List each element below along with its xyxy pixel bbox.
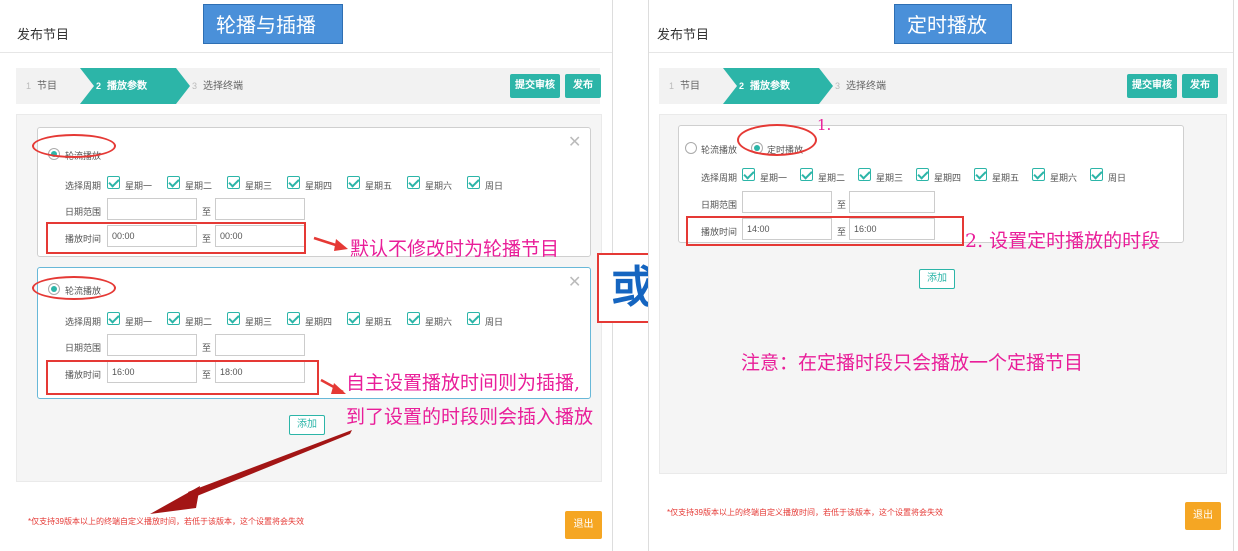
annotation-oval bbox=[737, 124, 817, 156]
annotation-custom-note-2: 到了设置的时段则会插入播放 bbox=[346, 406, 594, 428]
annotation-rect bbox=[686, 216, 964, 246]
checkbox-sun[interactable] bbox=[467, 176, 480, 189]
checkbox-fri[interactable] bbox=[347, 176, 360, 189]
radio-rotate[interactable] bbox=[685, 142, 697, 154]
annotation-step2: 2. 设置定时播放的时段 bbox=[965, 230, 1161, 252]
checkbox-mon[interactable] bbox=[107, 312, 120, 325]
add-button[interactable]: 添加 bbox=[289, 415, 325, 435]
version-warning: *仅支持39版本以上的终端自定义播放时间，若低于该版本，这个设置将会失效 bbox=[667, 508, 944, 517]
step-select-terminal[interactable]: 3 选择终端 bbox=[835, 68, 886, 104]
close-icon[interactable]: ✕ bbox=[568, 272, 581, 292]
publish-button[interactable]: 发布 bbox=[1182, 74, 1218, 98]
checkbox-mon[interactable] bbox=[742, 168, 755, 181]
checkbox-fri[interactable] bbox=[347, 312, 360, 325]
close-icon[interactable]: ✕ bbox=[568, 132, 581, 152]
to-label: 至 bbox=[202, 207, 212, 217]
step-select-terminal[interactable]: 3 选择终端 bbox=[192, 68, 243, 104]
annotation-rect bbox=[46, 360, 319, 395]
period-label: 选择周期 bbox=[65, 181, 102, 191]
weekday-label: 星期六 bbox=[425, 317, 453, 327]
exit-button[interactable]: 退出 bbox=[565, 511, 602, 539]
annotation-rect bbox=[46, 222, 306, 254]
weekday-label: 星期一 bbox=[125, 181, 153, 191]
weekday-label: 周日 bbox=[1108, 173, 1127, 183]
checkbox-sun[interactable] bbox=[467, 312, 480, 325]
publish-button[interactable]: 发布 bbox=[565, 74, 601, 98]
date-start-input[interactable] bbox=[742, 191, 832, 213]
weekday-label: 星期一 bbox=[125, 317, 153, 327]
date-end-input[interactable] bbox=[849, 191, 935, 213]
checkbox-mon[interactable] bbox=[107, 176, 120, 189]
annotation-default-note: 默认不修改时为轮播节目 bbox=[350, 238, 560, 260]
step-play-params[interactable]: 2 播放参数 bbox=[723, 68, 833, 104]
checkbox-wed[interactable] bbox=[227, 176, 240, 189]
checkbox-sat[interactable] bbox=[407, 176, 420, 189]
radio-rotate-label: 轮流播放 bbox=[701, 145, 738, 155]
period-label: 选择周期 bbox=[701, 173, 738, 183]
weekday-label: 星期三 bbox=[245, 181, 273, 191]
weekday-label: 星期三 bbox=[876, 173, 904, 183]
add-button[interactable]: 添加 bbox=[919, 269, 955, 289]
annotation-notice: 注意：在定播时段只会播放一个定播节目 bbox=[741, 352, 1084, 374]
weekday-label: 星期三 bbox=[245, 317, 273, 327]
submit-review-button[interactable]: 提交审核 bbox=[510, 74, 560, 98]
annotation-custom-note-1: 自主设置播放时间则为插播, bbox=[346, 372, 581, 394]
dialog-title: 发布节目 bbox=[657, 27, 710, 42]
right-dialog: 发布节目 定时播放 1 节目 2 播放参数 3 选择终端 提交审核 发布 轮流播放 定… bbox=[648, 0, 1234, 551]
weekday-label: 星期五 bbox=[365, 181, 393, 191]
weekday-label: 星期二 bbox=[818, 173, 846, 183]
params-area: 轮流播放 定时播放 选择周期 星期一 星期二 星期三 星期四 星期五 星期六 周… bbox=[659, 114, 1227, 474]
annotation-oval bbox=[32, 134, 116, 158]
submit-review-button[interactable]: 提交审核 bbox=[1127, 74, 1177, 98]
checkbox-tue[interactable] bbox=[800, 168, 813, 181]
weekday-label: 星期六 bbox=[1050, 173, 1078, 183]
date-range-label: 日期范围 bbox=[701, 200, 738, 210]
checkbox-sun[interactable] bbox=[1090, 168, 1103, 181]
checkbox-wed[interactable] bbox=[227, 312, 240, 325]
weekday-label: 星期四 bbox=[305, 181, 333, 191]
weekday-label: 周日 bbox=[485, 317, 504, 327]
step-program[interactable]: 1 节目 bbox=[669, 68, 700, 104]
checkbox-wed[interactable] bbox=[858, 168, 871, 181]
weekday-label: 星期六 bbox=[425, 181, 453, 191]
annotation-oval bbox=[32, 276, 116, 300]
checkbox-fri[interactable] bbox=[974, 168, 987, 181]
weekday-label: 星期四 bbox=[934, 173, 962, 183]
step-play-params[interactable]: 2 播放参数 bbox=[80, 68, 190, 104]
left-dialog: 发布节目 轮播与插播 1 节目 2 播放参数 3 选择终端 提交审核 发布 ✕ 轮流播… bbox=[0, 0, 613, 551]
weekday-label: 星期二 bbox=[185, 181, 213, 191]
weekday-label: 星期一 bbox=[760, 173, 788, 183]
checkbox-sat[interactable] bbox=[1032, 168, 1045, 181]
weekday-label: 星期二 bbox=[185, 317, 213, 327]
weekday-label: 星期五 bbox=[365, 317, 393, 327]
checkbox-thu[interactable] bbox=[287, 176, 300, 189]
checkbox-tue[interactable] bbox=[167, 176, 180, 189]
weekday-label: 星期四 bbox=[305, 317, 333, 327]
annotation-step1: 1. bbox=[817, 116, 832, 134]
checkbox-thu[interactable] bbox=[287, 312, 300, 325]
title-divider bbox=[0, 52, 612, 53]
date-start-input[interactable] bbox=[107, 334, 197, 356]
date-start-input[interactable] bbox=[107, 198, 197, 220]
period-label: 选择周期 bbox=[65, 317, 102, 327]
weekday-label: 星期五 bbox=[992, 173, 1020, 183]
to-label: 至 bbox=[837, 200, 847, 210]
checkbox-tue[interactable] bbox=[167, 312, 180, 325]
date-range-label: 日期范围 bbox=[65, 207, 102, 217]
version-warning: *仅支持39版本以上的终端自定义播放时间，若低于该版本，这个设置将会失效 bbox=[28, 517, 305, 526]
checkbox-sat[interactable] bbox=[407, 312, 420, 325]
title-divider bbox=[649, 52, 1233, 53]
caption-timed-play: 定时播放 bbox=[894, 4, 1012, 44]
date-range-label: 日期范围 bbox=[65, 343, 102, 353]
date-end-input[interactable] bbox=[215, 334, 305, 356]
weekday-label: 周日 bbox=[485, 181, 504, 191]
checkbox-thu[interactable] bbox=[916, 168, 929, 181]
exit-button[interactable]: 退出 bbox=[1185, 502, 1221, 530]
step-program[interactable]: 1 节目 bbox=[26, 68, 57, 104]
caption-rotate-insert: 轮播与插播 bbox=[203, 4, 343, 44]
to-label: 至 bbox=[202, 343, 212, 353]
dialog-title: 发布节目 bbox=[17, 27, 70, 42]
date-end-input[interactable] bbox=[215, 198, 305, 220]
